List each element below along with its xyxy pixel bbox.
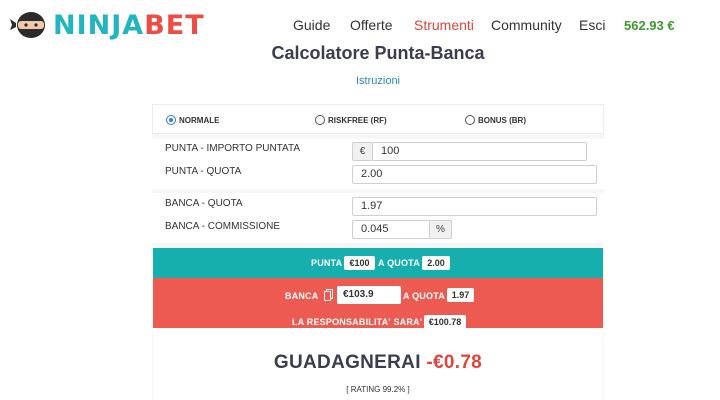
mode-bonus-radio[interactable]: BONUS (BR): [465, 115, 526, 125]
nav-offerte[interactable]: Offerte: [350, 17, 393, 33]
profit-value: -€0.78: [426, 352, 483, 373]
logo-ninja-text: NINJA: [53, 9, 145, 41]
banca-quota-badge: 1.97: [447, 288, 474, 302]
nav-esci[interactable]: Esci: [579, 17, 605, 33]
radio-unselected-icon: [465, 115, 475, 125]
radio-unselected-icon: [315, 115, 325, 125]
nav-community[interactable]: Community: [491, 17, 562, 33]
percent-addon: %: [430, 220, 452, 239]
banca-amount-field[interactable]: €103.9: [337, 286, 401, 304]
euro-addon: €: [352, 142, 372, 161]
profit-label: GUADAGNERAI: [273, 352, 421, 373]
ninjabet-logo[interactable]: NINJABET: [10, 8, 205, 42]
result-panel: GUADAGNERAI -€0.78 [ RATING 99.2% ]: [153, 328, 603, 400]
mode-normale-radio[interactable]: NORMALE: [166, 115, 219, 125]
banca-a-quota-label: A QUOTA: [403, 291, 445, 301]
profit-result: GUADAGNERAI -€0.78: [153, 352, 603, 374]
mode-selector: NORMALE RISKFREE (RF) BONUS (BR): [152, 104, 604, 134]
banca-commission-input[interactable]: 0.045: [352, 220, 430, 239]
banca-commission-label: BANCA - COMMISSIONE: [165, 221, 281, 232]
banca-summary-prefix: BANCA: [285, 291, 319, 301]
nav-guide[interactable]: Guide: [293, 17, 330, 33]
banca-section: BANCA - QUOTA 1.97 BANCA - COMMISSIONE 0…: [152, 193, 604, 243]
account-balance: 562.93 €: [624, 18, 675, 33]
logo-text: NINJABET: [53, 10, 205, 41]
mode-normale-label: NORMALE: [179, 115, 220, 125]
punta-odds-input[interactable]: 2.00: [352, 165, 597, 184]
punta-a-quota-label: A QUOTA: [378, 258, 420, 268]
mode-riskfree-radio[interactable]: RISKFREE (RF): [315, 115, 387, 125]
ninja-mask-icon: [10, 12, 45, 38]
mode-riskfree-label: RISKFREE (RF): [328, 115, 387, 125]
punta-amount-badge: €100: [344, 256, 375, 270]
punta-summary-prefix: PUNTA: [311, 258, 343, 268]
punta-odds-label: PUNTA - QUOTA: [165, 166, 242, 177]
logo-bet-text: BET: [144, 9, 205, 41]
copy-icon[interactable]: [324, 289, 333, 301]
liability-label: LA RESPONSABILITA' SARA': [292, 317, 423, 327]
radio-selected-icon: [166, 115, 176, 125]
banca-odds-label: BANCA - QUOTA: [165, 198, 243, 209]
punta-stake-label: PUNTA - IMPORTO PUNTATA: [165, 143, 301, 154]
nav-strumenti[interactable]: Strumenti: [414, 17, 474, 33]
punta-quota-badge: 2.00: [422, 256, 450, 270]
mode-bonus-label: BONUS (BR): [478, 115, 526, 125]
liability-badge: €100.78: [424, 315, 466, 329]
rating-text: [ RATING 99.2% ]: [346, 385, 410, 394]
banca-odds-input[interactable]: 1.97: [352, 197, 597, 216]
punta-stake-input[interactable]: 100: [372, 142, 587, 161]
banca-summary-band: BANCA €103.9 A QUOTA 1.97 LA RESPONSABIL…: [153, 278, 603, 329]
punta-summary-band: PUNTA €100 A QUOTA 2.00: [153, 248, 603, 278]
page-title: Calcolatore Punta-Banca: [271, 43, 485, 63]
punta-section: PUNTA - IMPORTO PUNTATA € 100 PUNTA - QU…: [152, 139, 604, 189]
instructions-link[interactable]: Istruzioni: [0, 75, 720, 87]
